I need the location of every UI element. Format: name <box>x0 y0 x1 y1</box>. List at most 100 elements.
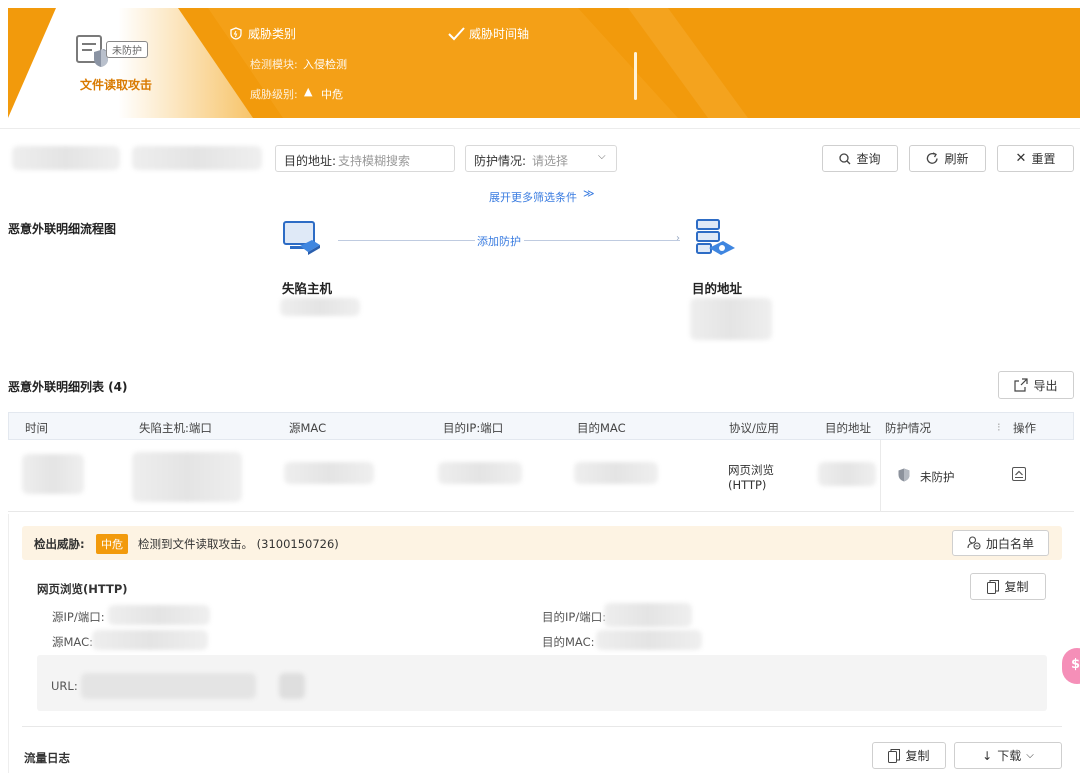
copy-icon <box>987 579 1000 594</box>
flow-line <box>338 240 475 241</box>
dst-mac-label: 目的MAC: <box>542 635 595 649</box>
query-label: 查询 <box>856 152 881 166</box>
dest-value-blurred <box>690 298 772 340</box>
src-ip-value-blurred <box>108 605 210 625</box>
src-mac-label: 源MAC: <box>52 635 93 649</box>
shield-icon <box>230 27 242 40</box>
status-badge: 未防护 <box>106 41 148 58</box>
double-chevron-icon[interactable]: ≫ <box>583 187 595 200</box>
level-label: 威胁级别: <box>250 88 298 101</box>
refresh-icon <box>927 152 939 164</box>
protect-filter-placeholder: 请选择 <box>532 154 569 168</box>
protect-status: 未防护 <box>920 470 955 484</box>
arrow-right-icon: › <box>676 233 680 244</box>
section-title: 网页浏览(HTTP) <box>37 582 128 596</box>
detect-text: 检测到文件读取攻击。 (3100150726) <box>138 537 339 551</box>
copy-label: 复制 <box>905 749 930 763</box>
column-header: 协议/应用 <box>729 421 779 435</box>
src-mac-value-blurred <box>92 630 208 650</box>
url-box: URL: <box>37 655 1047 711</box>
column-header: 防护情况 <box>885 421 931 435</box>
protocol-cell-sub: (HTTP) <box>728 478 767 492</box>
attack-title: 文件读取攻击 <box>80 78 153 92</box>
url-label: URL: <box>51 679 78 693</box>
refresh-button[interactable]: 刷新 <box>909 145 986 172</box>
download-icon: ↓ <box>982 748 993 763</box>
log-copy-button[interactable]: 复制 <box>872 742 946 769</box>
timeline-marker <box>634 52 637 100</box>
whitelist-button[interactable]: 加白名单 <box>952 530 1049 556</box>
close-icon: ✕ <box>1015 151 1027 166</box>
cell-blurred <box>132 452 242 502</box>
dest-address-input[interactable]: 目的地址: 支持模糊搜索 <box>275 145 455 172</box>
export-icon <box>1014 378 1029 392</box>
float-helper-icon[interactable]: $ <box>1062 648 1080 684</box>
search-icon <box>839 152 851 164</box>
shield-icon <box>898 468 910 482</box>
list-title: 恶意外联明细列表 (4) <box>8 380 128 394</box>
reset-label: 重置 <box>1031 152 1056 166</box>
dest-filter-placeholder: 支持模糊搜索 <box>338 154 411 168</box>
threat-alert: 检出威胁: 中危 检测到文件读取攻击。 (3100150726) 加白名单 <box>22 526 1062 560</box>
protect-select[interactable]: 防护情况: 请选择 ⌵ <box>465 145 617 172</box>
export-button[interactable]: 导出 <box>998 371 1074 399</box>
column-header: 操作 <box>1013 421 1036 435</box>
host-computer-icon <box>283 221 320 255</box>
download-button[interactable]: ↓ 下载 ⌵ <box>954 742 1062 769</box>
host-value-blurred <box>280 298 360 316</box>
column-header: 目的IP:端口 <box>443 421 504 435</box>
log-title: 流量日志 <box>24 751 70 765</box>
url-value-blurred <box>279 673 305 699</box>
table-row[interactable]: 网页浏览 (HTTP) 未防护 <box>8 440 1074 512</box>
cell-blurred <box>438 462 522 484</box>
module-value: 入侵检测 <box>303 58 347 71</box>
protocol-cell: 网页浏览 <box>728 463 774 477</box>
flow-title: 恶意外联明细流程图 <box>8 222 117 236</box>
level-value: 中危 <box>321 88 343 101</box>
chevron-down-icon: ⌵ <box>598 151 606 162</box>
column-resize-handle[interactable]: ⁝ <box>997 420 1001 434</box>
dest-label: 目的地址 <box>692 281 743 296</box>
module-label: 检测模块: <box>250 58 298 71</box>
timeline-label: 威胁时间轴 <box>469 27 530 41</box>
level-tag: 中危 <box>96 534 128 554</box>
column-header: 时间 <box>25 421 48 435</box>
export-label: 导出 <box>1033 378 1058 393</box>
add-protection-link[interactable]: 添加防护 <box>477 233 521 249</box>
threat-type-label: 威胁类别 <box>248 27 297 41</box>
copy-label: 复制 <box>1004 580 1029 594</box>
dst-ip-label: 目的IP/端口: <box>542 610 607 624</box>
column-header: 失陷主机:端口 <box>139 421 212 435</box>
warning-icon: ▲ <box>304 85 313 98</box>
reset-button[interactable]: ✕ 重置 <box>997 145 1074 172</box>
whitelist-label: 加白名单 <box>985 536 1034 551</box>
divider <box>0 128 1080 129</box>
cell-blurred <box>818 462 876 486</box>
flow-line <box>524 240 680 241</box>
blurred-filter[interactable] <box>12 146 120 170</box>
copy-icon <box>888 748 901 763</box>
src-ip-label: 源IP/端口: <box>52 610 105 624</box>
detect-label: 检出威胁: <box>34 537 85 551</box>
column-header: 源MAC <box>289 421 327 435</box>
dst-mac-value-blurred <box>596 630 702 650</box>
collapse-icon[interactable] <box>1012 467 1026 481</box>
divider <box>22 726 1062 727</box>
dst-ip-value-blurred <box>604 603 692 627</box>
url-value-blurred <box>81 673 256 699</box>
cell-blurred <box>574 462 658 484</box>
trend-icon <box>448 27 465 41</box>
attack-tab <box>8 8 253 118</box>
server-icon <box>696 219 735 255</box>
blurred-filter[interactable] <box>132 146 262 170</box>
float-helper-glyph: $ <box>1071 657 1080 672</box>
chevron-down-icon: ⌵ <box>1026 750 1034 761</box>
add-user-icon <box>967 536 981 550</box>
cell-blurred <box>284 462 374 484</box>
expand-filters-link[interactable]: 展开更多筛选条件 <box>489 189 577 205</box>
cell-blurred <box>22 454 84 494</box>
protect-filter-label: 防护情况: <box>474 154 527 168</box>
host-label: 失陷主机 <box>282 281 333 296</box>
copy-button[interactable]: 复制 <box>970 573 1046 600</box>
query-button[interactable]: 查询 <box>822 145 898 172</box>
